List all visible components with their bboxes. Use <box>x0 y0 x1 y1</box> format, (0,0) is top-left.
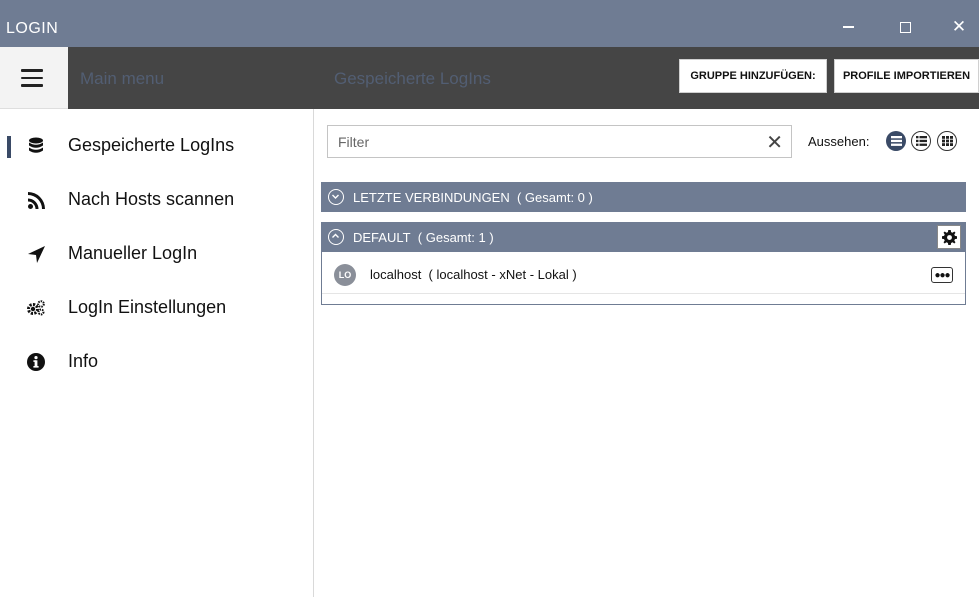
avatar: LO <box>334 264 356 286</box>
filter-field: ✕ <box>327 125 792 158</box>
import-profiles-button[interactable]: PROFILE IMPORTIEREN <box>834 59 979 93</box>
group-settings-button[interactable] <box>937 225 961 249</box>
page-title: Gespeicherte LogIns <box>334 69 491 88</box>
close-icon: ✕ <box>951 17 967 36</box>
view-label: Aussehen: <box>808 134 870 149</box>
group-title: DEFAULT ( Gesamt: 1 ) <box>353 230 494 245</box>
hamburger-icon <box>21 69 43 87</box>
minimize-icon <box>842 26 854 28</box>
app-bar: Main menu Gespeicherte LogIns GRUPPE HIN… <box>0 47 979 109</box>
database-icon <box>26 136 46 156</box>
grid-icon <box>941 136 953 146</box>
sidebar-item-label: Manueller LogIn <box>68 243 198 263</box>
filter-input[interactable] <box>338 132 738 152</box>
chevron-down-icon <box>328 189 344 205</box>
list-item[interactable]: LO localhost ( localhost - xNet - Lokal … <box>322 252 965 294</box>
window-title: LOGIN <box>6 20 59 37</box>
gears-icon <box>26 298 46 318</box>
group-title: LETZTE VERBINDUNGEN ( Gesamt: 0 ) <box>353 190 593 205</box>
maximize-button[interactable] <box>890 14 920 40</box>
sidebar: Gespeicherte LogIns Nach Hosts scannen M… <box>0 109 314 597</box>
view-list-medium-button[interactable] <box>911 131 931 151</box>
group-header-default[interactable]: DEFAULT ( Gesamt: 1 ) <box>321 222 966 252</box>
location-arrow-icon <box>26 244 46 264</box>
group-body-default: LO localhost ( localhost - xNet - Lokal … <box>321 252 966 305</box>
group-header-recent[interactable]: LETZTE VERBINDUNGEN ( Gesamt: 0 ) <box>321 182 966 212</box>
main-content: ✕ Aussehen: LETZTE VERBINDUNGEN ( Gesamt… <box>315 109 979 597</box>
gear-icon <box>941 229 957 245</box>
sidebar-item-label: Nach Hosts scannen <box>68 189 235 209</box>
rss-icon <box>26 190 46 210</box>
sidebar-item-label: Gespeicherte LogIns <box>68 135 235 155</box>
chevron-up-icon <box>328 229 344 245</box>
entry-label: localhost ( localhost - xNet - Lokal ) <box>370 267 577 282</box>
sidebar-item-login-settings[interactable]: LogIn Einstellungen <box>0 283 314 333</box>
sidebar-item-info[interactable]: Info <box>0 337 314 387</box>
minimize-button[interactable] <box>833 14 863 40</box>
sidebar-item-saved-logins[interactable]: Gespeicherte LogIns <box>0 121 314 171</box>
sidebar-item-label: Info <box>68 351 99 371</box>
view-grid-button[interactable] <box>937 131 957 151</box>
clear-filter-icon[interactable]: ✕ <box>766 130 783 155</box>
sidebar-item-label: LogIn Einstellungen <box>68 297 227 317</box>
selection-indicator <box>7 136 11 158</box>
list-medium-icon <box>915 136 927 146</box>
close-button[interactable]: ✕ <box>944 14 974 40</box>
list-large-icon <box>890 136 902 146</box>
menu-label: Main menu <box>80 69 165 88</box>
sidebar-item-manual-login[interactable]: Manueller LogIn <box>0 229 314 279</box>
ellipsis-icon: ●●● <box>934 269 950 281</box>
sidebar-item-scan-hosts[interactable]: Nach Hosts scannen <box>0 175 314 225</box>
add-group-button[interactable]: GRUPPE HINZUFÜGEN: <box>679 59 827 93</box>
maximize-icon <box>899 21 911 33</box>
more-options-button[interactable]: ●●● <box>931 267 953 283</box>
menu-toggle[interactable] <box>0 47 68 109</box>
window-titlebar: LOGIN ✕ <box>0 0 979 47</box>
view-list-large-button[interactable] <box>886 131 906 151</box>
info-circle-icon <box>26 352 46 372</box>
